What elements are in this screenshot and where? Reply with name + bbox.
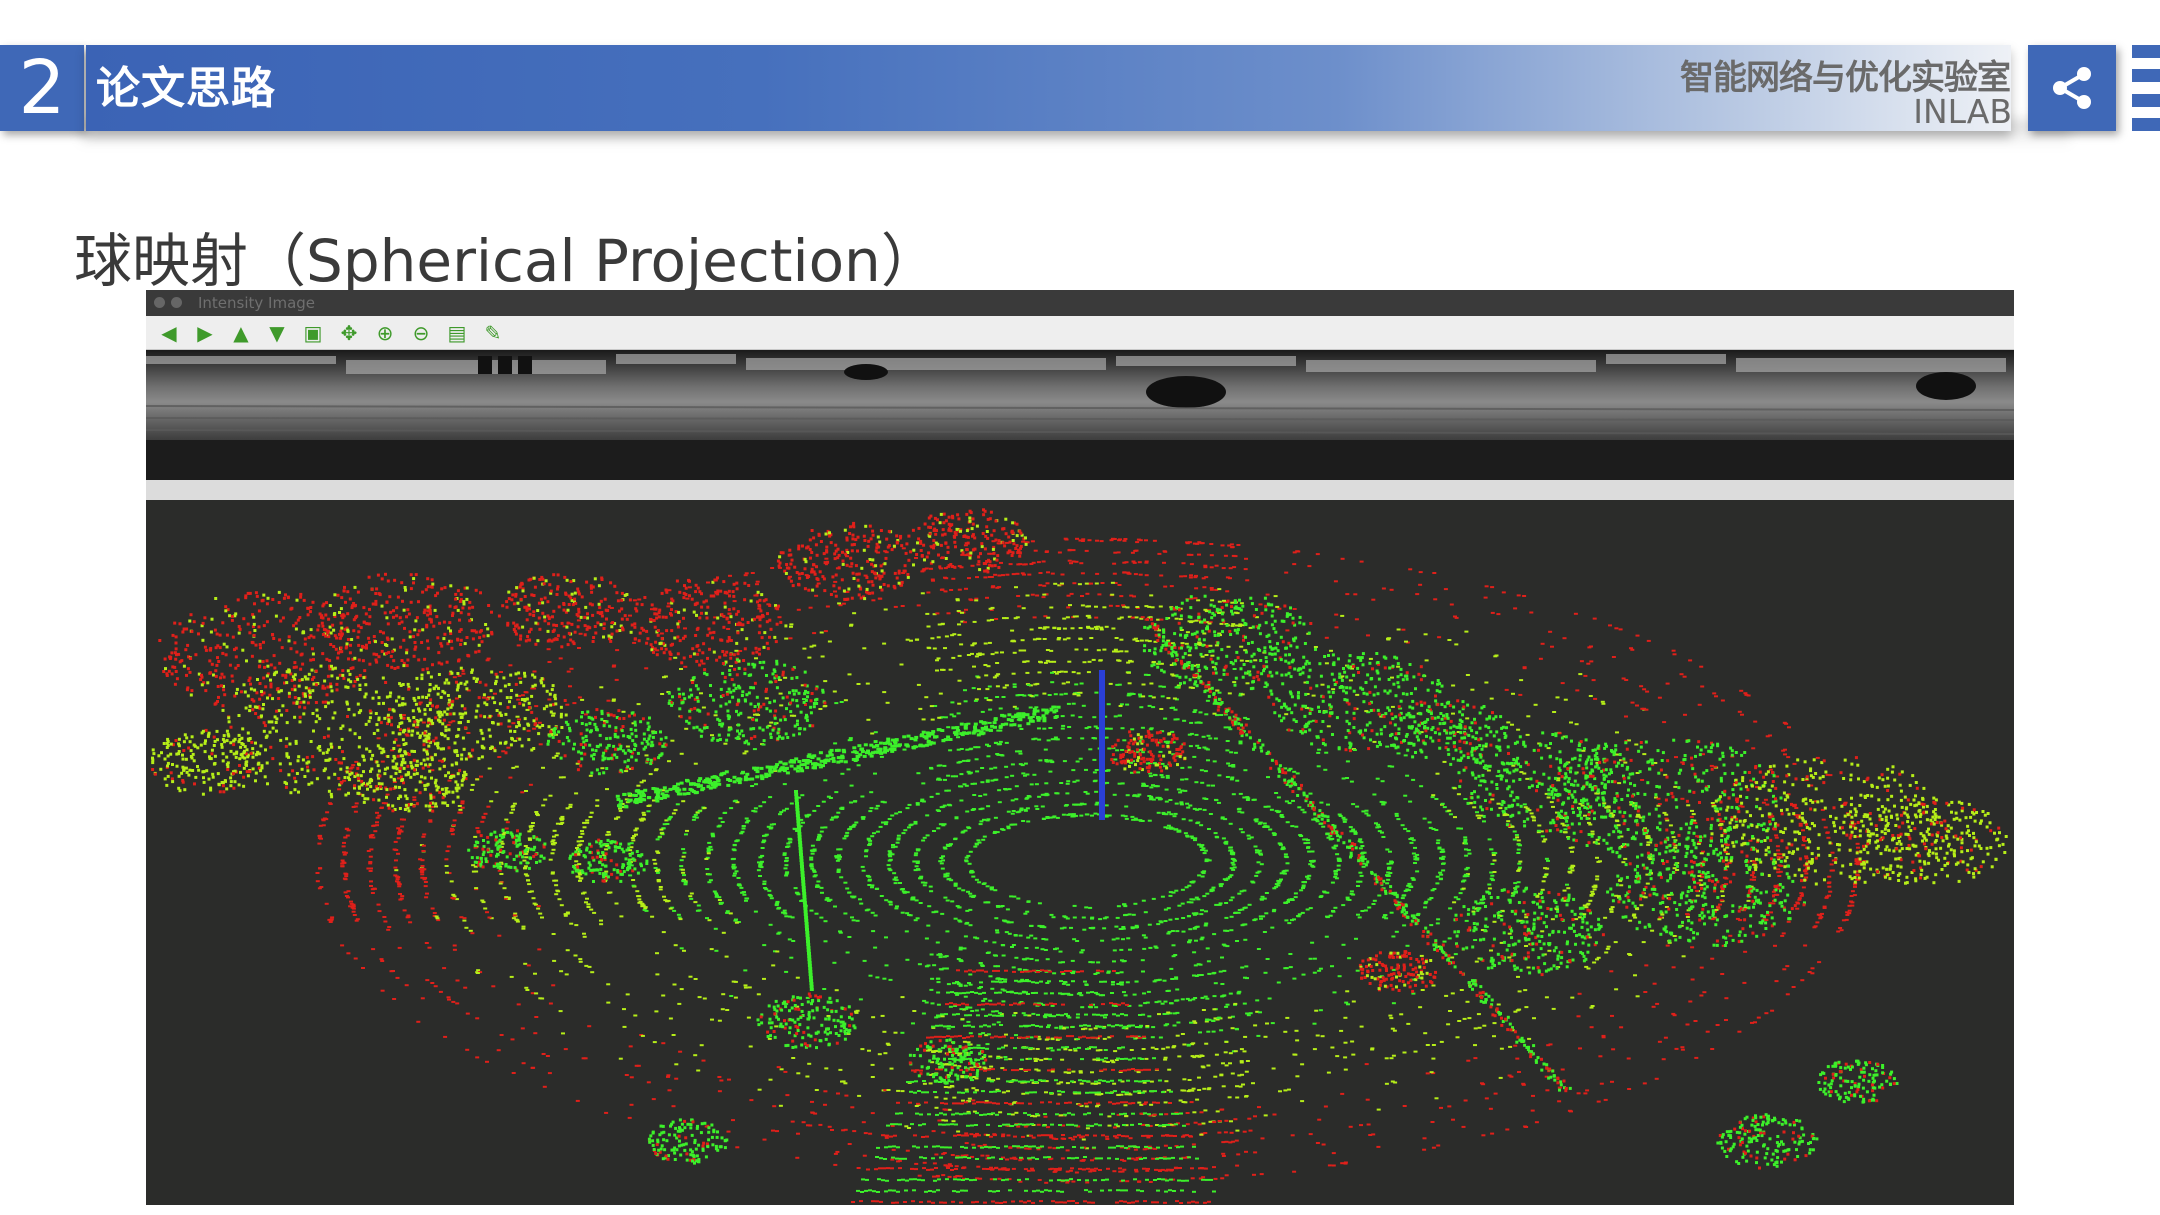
save-icon[interactable]: ▤ [444, 322, 470, 344]
zoom-in-icon[interactable]: ⊕ [372, 322, 398, 344]
lidar-figure: Intensity Image ◀ ▶ ▲ ▼ ▣ ✥ ⊕ ⊖ ▤ ✎ [146, 290, 2014, 1205]
pan-icon[interactable]: ✥ [336, 322, 362, 344]
arrow-down-icon[interactable]: ▼ [264, 322, 290, 344]
intensity-image [146, 350, 2014, 480]
zoom-out-icon[interactable]: ⊖ [408, 322, 434, 344]
separator [146, 480, 2014, 500]
intensity-texture [146, 354, 2014, 480]
slide-heading: 球映射（Spherical Projection） [74, 227, 939, 295]
window-controls[interactable] [154, 297, 182, 308]
arrow-right-icon[interactable]: ▶ [192, 322, 218, 344]
section-title: 论文思路 [96, 63, 276, 114]
arrow-left-icon[interactable]: ◀ [156, 322, 182, 344]
window-title: Intensity Image [198, 294, 316, 312]
share-icon [2053, 67, 2091, 109]
save-image-icon[interactable]: ▣ [300, 322, 326, 344]
window-titlebar: Intensity Image [146, 290, 2014, 316]
lab-name-en: INLAB [1913, 92, 2012, 131]
arrow-up-icon[interactable]: ▲ [228, 322, 254, 344]
share-button[interactable] [2028, 45, 2116, 131]
edit-icon[interactable]: ✎ [480, 322, 506, 344]
point-cloud-canvas [151, 508, 2008, 1204]
viewer-toolbar: ◀ ▶ ▲ ▼ ▣ ✥ ⊕ ⊖ ▤ ✎ [146, 316, 2014, 350]
section-number: 2 [0, 45, 84, 131]
point-cloud-view [146, 500, 2014, 1205]
side-decoration [2132, 45, 2160, 131]
